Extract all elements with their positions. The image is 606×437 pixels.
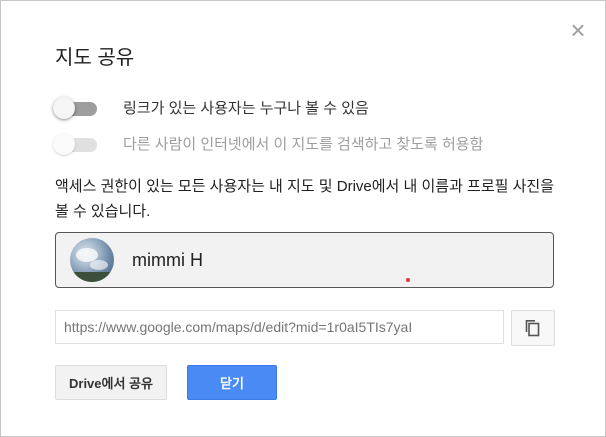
avatar-ground	[70, 272, 114, 282]
mouse-cursor-dot	[406, 278, 410, 282]
shared-user-card: mimmi H	[55, 232, 554, 288]
avatar-cloud	[90, 260, 108, 270]
share-map-dialog: × 지도 공유 링크가 있는 사용자는 누구나 볼 수 있음 다른 사람이 인터…	[0, 0, 606, 437]
close-button[interactable]: 닫기	[187, 365, 277, 400]
copy-icon	[525, 320, 540, 337]
toggle-knob	[53, 97, 75, 119]
public-search-toggle[interactable]	[53, 133, 99, 155]
avatar	[70, 238, 114, 282]
link-sharing-label: 링크가 있는 사용자는 누구나 볼 수 있음	[123, 100, 369, 117]
toggle-knob	[53, 133, 75, 155]
dialog-title: 지도 공유	[55, 47, 135, 69]
access-info-text: 액세스 권한이 있는 모든 사용자는 내 지도 및 Drive에서 내 이름과 …	[55, 178, 555, 220]
close-icon[interactable]: ×	[567, 17, 589, 43]
share-link-input[interactable]	[55, 310, 504, 344]
copy-link-button[interactable]	[511, 310, 555, 346]
user-name: mimmi H	[132, 250, 203, 270]
public-search-label: 다른 사람이 인터넷에서 이 지도를 검색하고 찾도록 허용함	[123, 136, 484, 153]
link-sharing-toggle[interactable]	[53, 97, 99, 119]
share-in-drive-button[interactable]: Drive에서 공유	[55, 365, 167, 400]
